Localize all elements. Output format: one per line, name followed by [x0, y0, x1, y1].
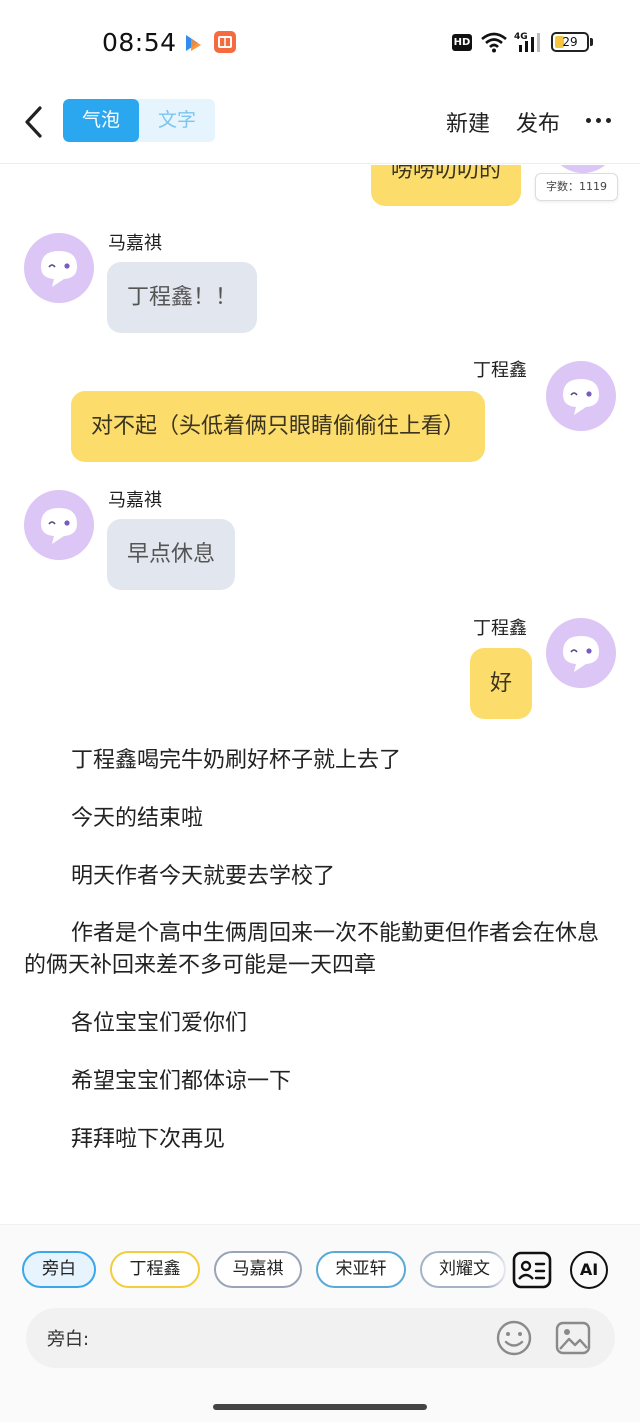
- message-input[interactable]: 旁白:: [26, 1308, 615, 1368]
- avatar-mjq[interactable]: [24, 233, 94, 303]
- tab-bubble-mode[interactable]: 气泡: [63, 99, 139, 142]
- top-toolbar: 气泡 文字 新建 发布: [0, 80, 640, 164]
- svg-text:4G: 4G: [514, 32, 528, 42]
- reading-app-icon: [214, 31, 236, 53]
- ghost-avatar-icon: [41, 251, 77, 287]
- narration-text[interactable]: 各位宝宝们爱你们: [24, 1008, 614, 1040]
- avatar-mjq[interactable]: [24, 490, 94, 560]
- composer-panel: 旁白 丁程鑫 马嘉祺 宋亚轩 刘耀文 AI 旁白:: [0, 1224, 640, 1422]
- narration-text[interactable]: 拜拜啦下次再见: [24, 1124, 614, 1156]
- battery-level: 29: [562, 35, 578, 49]
- narration-text[interactable]: 希望宝宝们都体谅一下: [24, 1066, 614, 1098]
- ghost-avatar-icon: [563, 379, 599, 415]
- publish-button[interactable]: 发布: [516, 106, 560, 138]
- battery-tip: [590, 38, 593, 46]
- character-chip-narrator[interactable]: 旁白: [22, 1251, 96, 1288]
- speaker-name: 马嘉祺: [108, 490, 162, 511]
- speaker-name: 马嘉祺: [108, 233, 162, 254]
- ai-button[interactable]: AI: [570, 1251, 608, 1289]
- ghost-avatar-icon: [563, 636, 599, 672]
- message-bubble[interactable]: 丁程鑫！！: [107, 262, 258, 333]
- message-bubble[interactable]: 早点休息: [107, 519, 236, 590]
- status-bar: 08:54 HD 4G 29: [0, 0, 640, 80]
- video-app-icon: [186, 35, 201, 51]
- mode-toggle: 气泡 文字: [63, 99, 215, 142]
- message-bubble[interactable]: 好: [470, 648, 533, 719]
- narration-text[interactable]: 丁程鑫喝完牛奶刷好杯子就上去了: [24, 745, 614, 777]
- avatar-dcx[interactable]: [546, 618, 616, 688]
- speaker-name: 丁程鑫: [473, 360, 527, 381]
- battery-indicator: 29: [551, 32, 589, 52]
- word-count-badge: 字数：1119: [535, 173, 618, 201]
- message-bubble-partial[interactable]: 唠唠叨叨的: [371, 165, 522, 206]
- more-dots-icon[interactable]: [584, 116, 614, 126]
- narration-text[interactable]: 今天的结束啦: [24, 803, 614, 835]
- character-chip-dcx[interactable]: 丁程鑫: [110, 1251, 200, 1288]
- avatar-dcx[interactable]: [546, 361, 616, 431]
- ghost-avatar-icon: [41, 508, 77, 544]
- status-time: 08:54: [102, 28, 177, 57]
- input-speaker-label: 旁白:: [47, 1329, 90, 1350]
- character-list-icon[interactable]: [511, 1250, 553, 1290]
- cellular-signal-icon: 4G: [514, 32, 540, 52]
- narration-text[interactable]: 作者是个高中生俩周回来一次不能勤更但作者会在休息的俩天补回来差不多可能是一天四章: [24, 918, 614, 982]
- chevron-left-icon[interactable]: [20, 102, 50, 142]
- narration-text[interactable]: 明天作者今天就要去学校了: [24, 861, 614, 893]
- chip-scroll-fade: [490, 1245, 510, 1295]
- emoji-icon[interactable]: [494, 1318, 534, 1358]
- chat-area[interactable]: 唠唠叨叨的 字数：1119 马嘉祺 丁程鑫！！ 丁程鑫 对不起（头低着俩只眼睛偷…: [0, 165, 640, 1225]
- character-chip-syx[interactable]: 宋亚轩: [316, 1251, 406, 1288]
- avatar-partial: [548, 165, 618, 173]
- tab-text-mode[interactable]: 文字: [139, 99, 215, 142]
- message-bubble[interactable]: 对不起（头低着俩只眼睛偷偷往上看）: [71, 391, 486, 462]
- speaker-name: 丁程鑫: [473, 618, 527, 639]
- character-chip-mjq[interactable]: 马嘉祺: [214, 1251, 302, 1288]
- home-indicator[interactable]: [213, 1404, 427, 1410]
- image-icon[interactable]: [553, 1318, 593, 1358]
- hd-badge: HD: [452, 34, 472, 51]
- new-button[interactable]: 新建: [446, 106, 490, 138]
- wifi-icon: [481, 32, 507, 53]
